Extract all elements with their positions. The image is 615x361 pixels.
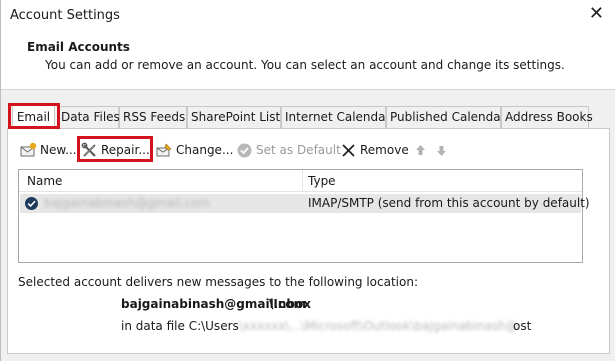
data-file-path: in data file C:\Users\xxxxxx\...\Microso… [121, 319, 531, 333]
remove-button[interactable]: Remove [340, 141, 409, 159]
arrow-up-icon [412, 142, 429, 159]
tab-data-files[interactable]: Data Files [57, 106, 120, 128]
set-as-default-label: Set as Default [256, 143, 341, 157]
tab-rss-feeds[interactable]: RSS Feeds [119, 106, 187, 128]
tab-sharepoint-lists[interactable]: SharePoint Lists [187, 106, 286, 128]
accounts-list[interactable]: Name Type bajgainabinash@gmail.com IMAP/… [18, 169, 590, 263]
delivery-location: bajgainabinash@gmail.com \Inbox [121, 297, 311, 311]
tab-internet-calendars[interactable]: Internet Calendars [281, 106, 397, 128]
tab-label: SharePoint Lists [191, 110, 287, 124]
data-file-hidden-path: \xxxxxx\...\Microsoft\Outlook\bajgainabi… [238, 319, 519, 333]
tab-address-books[interactable]: Address Books [501, 106, 593, 128]
data-file-prefix: in data file C:\Users [121, 319, 239, 333]
new-label: New... [40, 143, 77, 157]
account-name: bajgainabinash@gmail.com [44, 196, 211, 210]
new-button[interactable]: New... [20, 141, 77, 159]
change-label: Change... [176, 143, 234, 157]
tab-strip: Email Data Files RSS Feeds SharePoint Li… [7, 105, 610, 129]
column-header-name[interactable]: Name [27, 174, 62, 188]
x-icon [340, 142, 357, 159]
tab-label: Data Files [61, 110, 120, 124]
delivery-label: Selected account delivers new messages t… [18, 275, 419, 289]
email-tab-panel: New... Repair... Change... Set as Defaul… [7, 128, 610, 354]
close-icon[interactable]: ✕ [589, 4, 604, 24]
section-description: You can add or remove an account. You ca… [45, 58, 565, 72]
delivery-folder: \Inbox [269, 297, 311, 311]
title-bar: Account Settings ✕ [1, 0, 615, 30]
check-circle-icon [236, 142, 253, 159]
move-down-button[interactable] [433, 141, 453, 159]
tab-label: Published Calendars [390, 110, 512, 124]
account-check-icon [24, 196, 39, 214]
tools-icon [81, 142, 98, 159]
repair-button[interactable]: Repair... [81, 141, 150, 159]
column-divider[interactable] [302, 170, 303, 192]
new-mail-icon [20, 142, 37, 159]
tab-label: RSS Feeds [123, 110, 186, 124]
change-button[interactable]: Change... [156, 141, 233, 159]
data-file-extension: ost [513, 319, 532, 333]
section-title: Email Accounts [27, 40, 130, 54]
tab-label: Address Books [505, 110, 593, 124]
arrow-down-icon [433, 142, 450, 159]
account-type: IMAP/SMTP (send from this account by def… [308, 196, 590, 210]
move-up-button[interactable] [412, 141, 432, 159]
change-icon [156, 142, 173, 159]
set-as-default-button[interactable]: Set as Default [236, 141, 341, 159]
remove-label: Remove [360, 143, 409, 157]
tab-published-calendars[interactable]: Published Calendars [386, 106, 512, 128]
table-row[interactable]: bajgainabinash@gmail.com IMAP/SMTP (send… [20, 194, 590, 214]
tab-email[interactable]: Email [12, 105, 55, 129]
header-band: Email Accounts You can add or remove an … [1, 30, 615, 90]
account-settings-window: Account Settings ✕ Email Accounts You ca… [0, 0, 615, 361]
column-header-type[interactable]: Type [308, 174, 336, 188]
tab-label: Internet Calendars [285, 110, 397, 124]
tab-label: Email [16, 110, 51, 124]
list-header: Name Type [19, 170, 582, 192]
repair-label: Repair... [101, 143, 150, 157]
window-title: Account Settings [10, 8, 120, 23]
